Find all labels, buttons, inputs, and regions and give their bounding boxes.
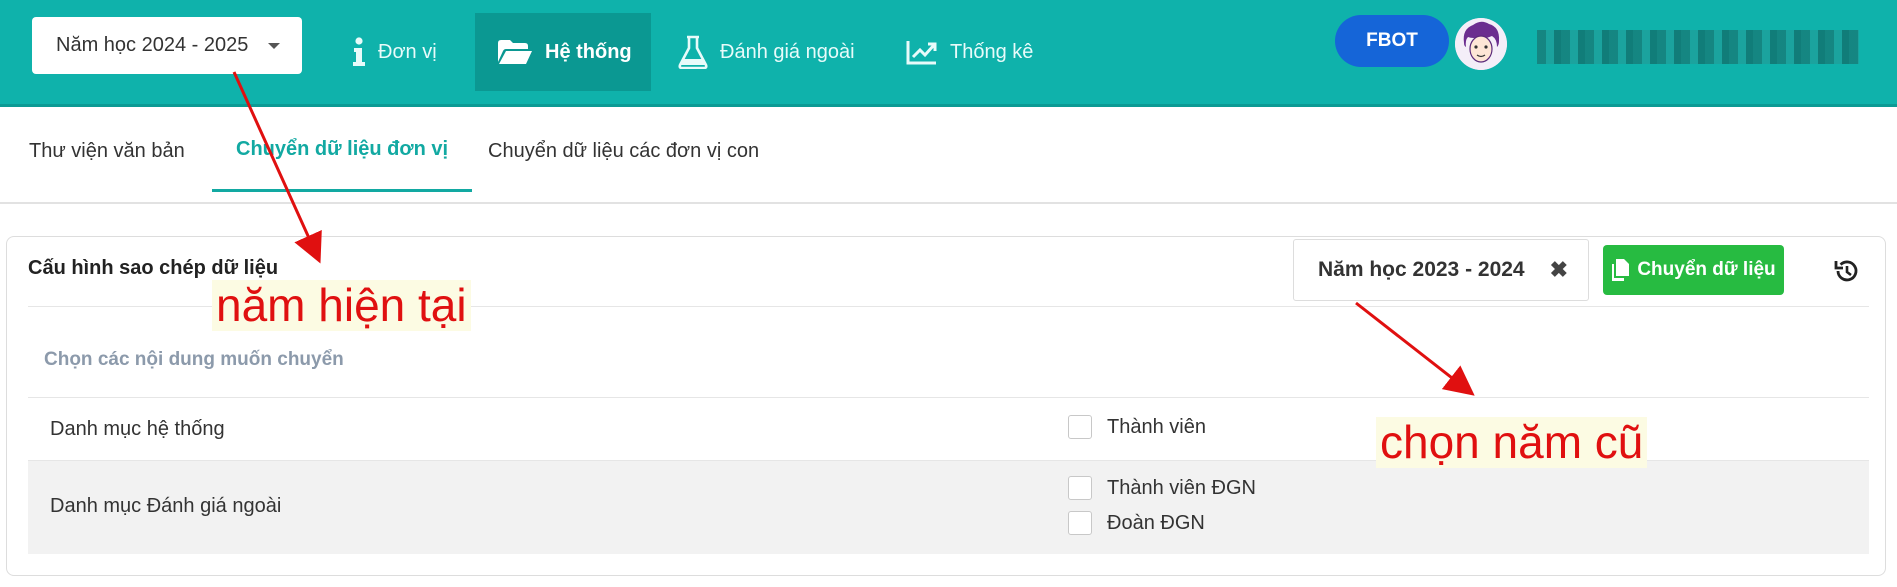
checkbox[interactable]	[1068, 415, 1092, 439]
caret-down-icon	[268, 43, 280, 49]
tab-chuyen-du-lieu-don-vi[interactable]: Chuyển dữ liệu đơn vị	[212, 110, 473, 192]
tab-chuyen-du-lieu-don-vi-con[interactable]: Chuyển dữ liệu các đơn vị con	[488, 110, 759, 192]
top-navbar: Năm học 2024 - 2025 Đơn vị Hệ thống Đánh…	[0, 0, 1897, 107]
annotation-current-year: năm hiện tại	[212, 280, 471, 331]
tab-thu-vien-van-ban[interactable]: Thư viện văn bản	[29, 110, 185, 192]
chart-line-icon	[906, 41, 937, 65]
annotation-old-year: chọn năm cũ	[1376, 417, 1648, 468]
avatar[interactable]	[1455, 18, 1507, 70]
transfer-label: Chuyển dữ liệu	[1637, 259, 1776, 280]
source-year-value: Năm học 2023 - 2024	[1318, 258, 1525, 281]
info-icon	[353, 37, 365, 66]
tab-label: Chuyển dữ liệu các đơn vị con	[488, 139, 760, 162]
transfer-data-button[interactable]: Chuyển dữ liệu	[1603, 245, 1784, 295]
nav-label: Hệ thống	[545, 40, 632, 63]
tab-label: Thư viện văn bản	[29, 139, 185, 162]
tab-bar: Thư viện văn bản Chuyển dữ liệu đơn vị C…	[0, 110, 1897, 204]
row-label: Danh mục Đánh giá ngoài	[50, 495, 282, 517]
card-title: Cấu hình sao chép dữ liệu	[28, 257, 279, 279]
row-danh-muc-danh-gia-ngoai: Danh mục Đánh giá ngoài Thành viên ĐGN Đ…	[28, 461, 1869, 554]
school-year-select[interactable]: Năm học 2024 - 2025	[32, 17, 302, 74]
nav-label: Đánh giá ngoài	[720, 40, 855, 63]
checkbox-thanh-vien-dgn[interactable]: Thành viên ĐGN	[1068, 476, 1256, 500]
source-year-select[interactable]: Năm học 2023 - 2024 ✖	[1293, 239, 1589, 301]
section-label: Chọn các nội dung muốn chuyển	[44, 349, 344, 370]
copy-icon	[1612, 259, 1630, 281]
folder-open-icon	[498, 40, 532, 64]
checkbox-doan-dgn[interactable]: Đoàn ĐGN	[1068, 511, 1205, 535]
nav-label: Thống kê	[950, 40, 1034, 63]
checkbox[interactable]	[1068, 511, 1092, 535]
nav-item-thong-ke[interactable]: Thống kê	[906, 13, 1033, 91]
nav-item-danh-gia-ngoai[interactable]: Đánh giá ngoài	[678, 13, 855, 91]
checkbox-label: Đoàn ĐGN	[1107, 511, 1205, 534]
fbot-button[interactable]: FBOT	[1335, 15, 1449, 67]
clear-icon[interactable]: ✖	[1550, 257, 1568, 283]
school-year-value: Năm học 2024 - 2025	[56, 34, 249, 56]
checkbox-thanh-vien[interactable]: Thành viên	[1068, 415, 1206, 439]
row-label: Danh mục hệ thống	[50, 418, 225, 440]
checkbox-label: Thành viên	[1107, 415, 1206, 438]
tab-label: Chuyển dữ liệu đơn vị	[236, 138, 449, 160]
nav-item-he-thong[interactable]: Hệ thống	[475, 13, 651, 91]
user-name-redacted	[1537, 30, 1859, 64]
checkbox-label: Thành viên ĐGN	[1107, 476, 1256, 499]
history-icon[interactable]	[1833, 258, 1859, 284]
nav-item-don-vi[interactable]: Đơn vị	[352, 13, 437, 91]
avatar-face-icon	[1455, 18, 1507, 70]
checkbox[interactable]	[1068, 476, 1092, 500]
nav-label: Đơn vị	[378, 40, 437, 63]
flask-icon	[678, 35, 708, 69]
